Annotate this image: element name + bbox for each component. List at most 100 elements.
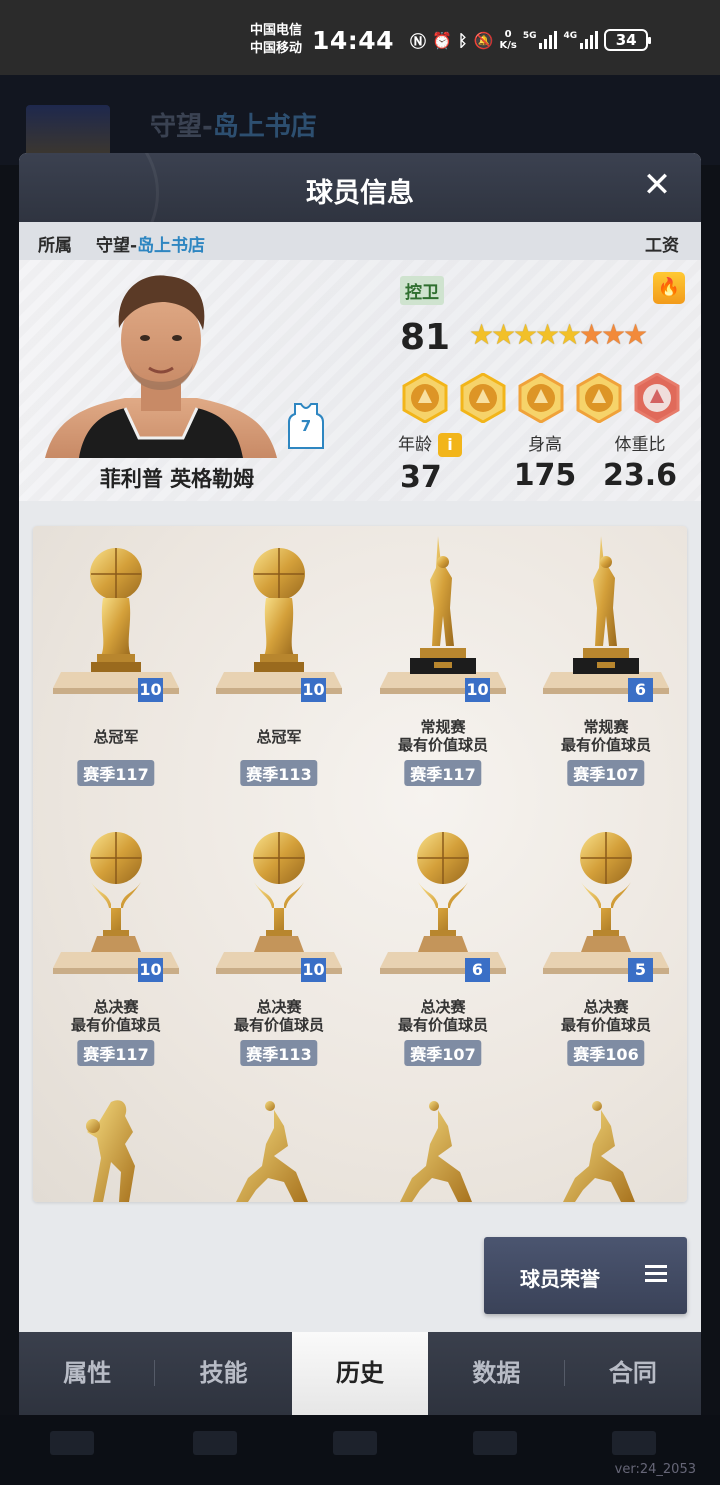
dunk-trophy-icon	[400, 1101, 472, 1202]
trophy-name: 总决赛 最有价值球员	[397, 998, 488, 1034]
fire-icon[interactable]: 🔥	[653, 272, 685, 304]
age-attr: 年龄 i 37	[385, 430, 475, 495]
close-button[interactable]: ✕	[639, 167, 675, 203]
shot-badge-icon[interactable]	[516, 372, 566, 424]
height-label: 身高	[528, 435, 562, 455]
trophy-name: 总冠军	[93, 728, 139, 746]
trophy-item[interactable]	[531, 1092, 681, 1202]
post-badge-icon[interactable]	[400, 372, 450, 424]
championship-trophy-icon	[53, 832, 179, 974]
trophy-name: 总决赛 最有价值球员	[70, 998, 161, 1034]
player-attributes: 年龄 i 37 身高 175 体重比 23.6	[385, 430, 685, 496]
trophy-item[interactable]: 10 总冠军 赛季117	[41, 532, 191, 792]
trophy-item[interactable]: 6 总决赛 最有价值球员赛季107	[368, 812, 518, 1072]
star-icon: ★	[491, 318, 517, 351]
trophy-item[interactable]	[368, 1092, 518, 1202]
trophy-item[interactable]: 10 总冠军 赛季113	[204, 532, 354, 792]
salary-label[interactable]: 工资	[645, 231, 679, 256]
status-bar: 中国电信 中国移动 14:44 Ⓝ ⏰ ᛒ 🔕 0 K/s 5G 4G 34	[0, 0, 720, 75]
weight-label: 体重比	[614, 435, 666, 455]
signal-4g-icon: 4G	[563, 31, 599, 49]
version-label: ver:24_2053	[614, 1462, 696, 1477]
trophy-item[interactable]: 10 总决赛 最有价值球员 赛季117	[41, 812, 191, 1072]
jersey-icon: 7	[287, 402, 325, 450]
tab-bar: 属性 技能 历史 数据 合同	[19, 1332, 701, 1415]
trophy-season: 赛季107	[404, 1040, 482, 1066]
bg-title-prefix: 守望-	[150, 112, 213, 142]
bg-title-suffix: 岛上书店	[212, 112, 317, 142]
team-bar: 所属 守望-岛上书店 工资	[19, 222, 701, 260]
trophy-count: 6	[628, 678, 653, 702]
trophy-panel[interactable]: 10 总冠军 赛季117 10 总冠军 赛季113 10 常规赛 最有价值球员 赛季117 6 常规赛…	[33, 526, 687, 1202]
bluetooth-icon: ᛒ	[457, 30, 468, 50]
championship-trophy-icon	[216, 832, 342, 974]
mute-icon: 🔕	[473, 30, 494, 50]
background-title: 守望-岛上书店	[150, 106, 317, 143]
dunk-trophy-icon	[236, 1101, 308, 1202]
trophy-item[interactable]: 6 常规赛 最有价值球员赛季107	[531, 532, 681, 792]
background-footer: ver:24_2053	[0, 1415, 720, 1485]
star-icon: ★	[513, 318, 539, 351]
tab-3[interactable]: 数据	[428, 1332, 565, 1415]
trophy-season: 赛季107	[567, 760, 645, 786]
mvp-trophy-icon	[380, 536, 506, 694]
trophy-item[interactable]: 10 总决赛 最有价值球员 赛季113	[204, 812, 354, 1072]
player-info-modal: 球员信息 ✕ 所属 守望-岛上书店 工资 菲利普 英格勒姆 7 控卫 🔥 81 …	[19, 153, 701, 1415]
info-icon[interactable]: i	[438, 433, 462, 457]
trophy-item[interactable]: 5 总决赛 最有价值球员 赛季106	[531, 812, 681, 1072]
tab-1[interactable]: 技能	[155, 1332, 291, 1415]
dunk-trophy-icon	[86, 1100, 135, 1202]
height-attr: 身高 175	[500, 430, 590, 493]
star-icon: ★	[557, 318, 583, 351]
position-badge: 控卫	[400, 276, 444, 305]
trophy-season: 赛季117	[77, 1040, 155, 1066]
team-label: 所属	[38, 236, 72, 256]
star-rating: ★ ★ ★ ★ ★ ★ ★ ★	[469, 318, 649, 352]
signal-5g-icon: 5G	[523, 31, 558, 49]
trophy-season: 赛季117	[404, 760, 482, 786]
wing-badge-icon[interactable]	[632, 372, 682, 424]
team-prefix: 守望-	[96, 236, 138, 256]
carrier-info: 中国电信 中国移动	[250, 22, 302, 58]
trophy-item[interactable]	[41, 1092, 191, 1202]
trophy-season: 赛季113	[240, 760, 318, 786]
tab-2[interactable]: 历史	[291, 1332, 429, 1415]
honors-label: 球员荣誉	[520, 1267, 600, 1291]
height-value: 175	[513, 458, 577, 493]
star-icon: ★	[535, 318, 561, 351]
tab-label: 数据	[472, 1359, 521, 1387]
tab-4[interactable]: 合同	[565, 1332, 701, 1415]
skill-badges	[400, 372, 682, 424]
trophy-count: 6	[465, 958, 490, 982]
defense-badge-icon[interactable]	[574, 372, 624, 424]
trophy-item[interactable]: 10 常规赛 最有价值球员 赛季117	[368, 532, 518, 792]
tab-label: 属性	[63, 1359, 112, 1387]
trophy-season: 赛季113	[240, 1040, 318, 1066]
team-store: 岛上书店	[137, 236, 206, 256]
signal-4g-label: 4G	[563, 31, 578, 41]
jersey-number: 7	[300, 417, 312, 435]
net-speed-unit: K/s	[499, 40, 517, 51]
championship-trophy-icon	[216, 548, 342, 694]
player-name: 菲利普 英格勒姆	[99, 467, 255, 491]
star-icon: ★	[601, 318, 627, 351]
star-icon: ★	[579, 318, 605, 351]
trophy-count: 10	[138, 678, 163, 702]
signal-5g-label: 5G	[522, 31, 537, 41]
status-icons: Ⓝ ⏰ ᛒ 🔕 0 K/s 5G 4G 34	[410, 28, 652, 52]
star-icon: ★	[623, 318, 649, 351]
modal-header: 球员信息 ✕	[19, 153, 701, 273]
trophy-count: 5	[628, 958, 653, 982]
team-name[interactable]: 守望-岛上书店	[96, 231, 205, 256]
tab-0[interactable]: 属性	[19, 1332, 156, 1415]
nfc-icon: Ⓝ	[410, 32, 427, 51]
net-speed: 0 K/s	[499, 29, 516, 51]
trophy-count: 10	[301, 958, 326, 982]
trophy-count: 10	[301, 678, 326, 702]
player-honors-button[interactable]: 球员荣誉	[484, 1237, 687, 1314]
trophy-name: 常规赛 最有价值球员	[560, 718, 651, 754]
lightning-badge-icon[interactable]	[458, 372, 508, 424]
alarm-icon: ⏰	[432, 30, 452, 50]
trophy-name: 总决赛 最有价值球员	[560, 998, 651, 1034]
trophy-item[interactable]	[204, 1092, 354, 1202]
